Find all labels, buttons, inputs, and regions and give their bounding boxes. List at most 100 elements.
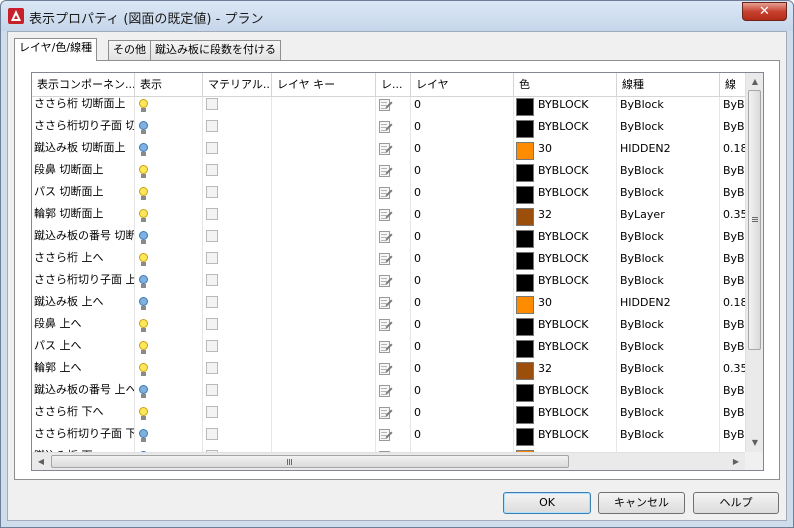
table-row[interactable]: 段鼻 切断面上 0 BYBLOCK ByBlock ByB bbox=[32, 163, 745, 185]
layer-override-icon[interactable] bbox=[378, 428, 393, 443]
cell-linetype[interactable]: ByBlock bbox=[617, 405, 720, 427]
material-checkbox[interactable] bbox=[206, 340, 218, 352]
lightbulb-on-icon[interactable] bbox=[138, 407, 149, 422]
cell-color[interactable]: 30 bbox=[514, 295, 617, 317]
cell-linetype[interactable]: ByBlock bbox=[617, 119, 720, 141]
tab-other[interactable]: その他 bbox=[108, 40, 151, 60]
table-row[interactable]: ささら桁 下へ 0 BYBLOCK ByBlock ByB bbox=[32, 405, 745, 427]
cell-color[interactable]: BYBLOCK bbox=[514, 383, 617, 405]
cell-visible[interactable] bbox=[135, 339, 203, 361]
cell-lineweight[interactable]: ByB bbox=[720, 317, 745, 339]
cell-visible[interactable] bbox=[135, 185, 203, 207]
material-checkbox[interactable] bbox=[206, 98, 218, 110]
material-checkbox[interactable] bbox=[206, 362, 218, 374]
cell-lineweight[interactable]: ByB bbox=[720, 97, 745, 119]
column-header-visible[interactable]: 表示 bbox=[135, 73, 203, 97]
table-row[interactable]: ささら桁 上へ 0 BYBLOCK ByBlock ByB bbox=[32, 251, 745, 273]
cell-color[interactable]: BYBLOCK bbox=[514, 427, 617, 449]
cell-linetype[interactable]: ByBlock bbox=[617, 229, 720, 251]
layer-override-icon[interactable] bbox=[378, 208, 393, 223]
cell-visible[interactable] bbox=[135, 163, 203, 185]
cell-layer-override[interactable] bbox=[376, 273, 411, 295]
material-checkbox[interactable] bbox=[206, 406, 218, 418]
cell-material[interactable] bbox=[203, 185, 272, 207]
material-checkbox[interactable] bbox=[206, 296, 218, 308]
lightbulb-off-icon[interactable] bbox=[138, 143, 149, 158]
help-button[interactable]: ヘルプ bbox=[693, 492, 779, 514]
lightbulb-off-icon[interactable] bbox=[138, 385, 149, 400]
material-checkbox[interactable] bbox=[206, 230, 218, 242]
material-checkbox[interactable] bbox=[206, 164, 218, 176]
lightbulb-on-icon[interactable] bbox=[138, 209, 149, 224]
cell-linetype[interactable]: ByBlock bbox=[617, 273, 720, 295]
cell-color[interactable]: 30 bbox=[514, 141, 617, 163]
layer-override-icon[interactable] bbox=[378, 186, 393, 201]
tab-layer-color-linetype[interactable]: レイヤ/色/線種 bbox=[14, 38, 98, 61]
cell-material[interactable] bbox=[203, 339, 272, 361]
table-row[interactable]: 蹴込み板の番号 上へ 0 BYBLOCK ByBlock ByB bbox=[32, 383, 745, 405]
cell-linetype[interactable]: ByBlock bbox=[617, 251, 720, 273]
cell-color[interactable]: BYBLOCK bbox=[514, 185, 617, 207]
cell-lineweight[interactable]: 0.18 bbox=[720, 141, 745, 163]
table-row[interactable]: 蹴込み板 上へ 0 30 HIDDEN20.18 bbox=[32, 295, 745, 317]
cell-material[interactable] bbox=[203, 229, 272, 251]
cell-material[interactable] bbox=[203, 383, 272, 405]
lightbulb-on-icon[interactable] bbox=[138, 319, 149, 334]
table-row[interactable]: ささら桁切り子面 切断面上 0 BYBLOCK ByBlockByB bbox=[32, 119, 745, 141]
table-row[interactable]: 輪郭 上へ 0 32 ByBlock0.35 bbox=[32, 361, 745, 383]
cell-material[interactable] bbox=[203, 141, 272, 163]
table-row[interactable]: 輪郭 切断面上 0 32 ByLayer0.35 bbox=[32, 207, 745, 229]
material-checkbox[interactable] bbox=[206, 208, 218, 220]
ok-button[interactable]: OK bbox=[503, 492, 591, 514]
layer-override-icon[interactable] bbox=[378, 296, 393, 311]
column-header-linetype[interactable]: 線種 bbox=[617, 73, 720, 97]
cell-linetype[interactable]: ByBlock bbox=[617, 317, 720, 339]
layer-override-icon[interactable] bbox=[378, 120, 393, 135]
cell-material[interactable] bbox=[203, 427, 272, 449]
material-checkbox[interactable] bbox=[206, 120, 218, 132]
cell-linetype[interactable]: ByLayer bbox=[617, 207, 720, 229]
material-checkbox[interactable] bbox=[206, 428, 218, 440]
material-checkbox[interactable] bbox=[206, 384, 218, 396]
cell-material[interactable] bbox=[203, 163, 272, 185]
cell-layer-override[interactable] bbox=[376, 207, 411, 229]
lightbulb-on-icon[interactable] bbox=[138, 341, 149, 356]
cell-layer-override[interactable] bbox=[376, 141, 411, 163]
cell-visible[interactable] bbox=[135, 317, 203, 339]
cell-lineweight[interactable]: ByB bbox=[720, 273, 745, 295]
scroll-up-arrow-icon[interactable]: ▲ bbox=[746, 73, 763, 91]
lightbulb-off-icon[interactable] bbox=[138, 297, 149, 312]
cell-material[interactable] bbox=[203, 97, 272, 119]
cell-material[interactable] bbox=[203, 317, 272, 339]
cell-visible[interactable] bbox=[135, 383, 203, 405]
cell-layer-override[interactable] bbox=[376, 317, 411, 339]
cell-material[interactable] bbox=[203, 295, 272, 317]
column-header-layer-override[interactable]: レ... bbox=[376, 73, 411, 97]
lightbulb-on-icon[interactable] bbox=[138, 99, 149, 114]
cell-lineweight[interactable]: ByB bbox=[720, 405, 745, 427]
cell-linetype[interactable]: ByBlock bbox=[617, 97, 720, 119]
column-header-color[interactable]: 色 bbox=[514, 73, 617, 97]
column-header-layer-key[interactable]: レイヤ キー bbox=[272, 73, 376, 97]
material-checkbox[interactable] bbox=[206, 186, 218, 198]
lightbulb-off-icon[interactable] bbox=[138, 429, 149, 444]
cell-color[interactable]: BYBLOCK bbox=[514, 251, 617, 273]
material-checkbox[interactable] bbox=[206, 274, 218, 286]
scroll-right-arrow-icon[interactable]: ▶ bbox=[727, 453, 745, 470]
lightbulb-on-icon[interactable] bbox=[138, 187, 149, 202]
cell-layer-override[interactable] bbox=[376, 383, 411, 405]
cell-visible[interactable] bbox=[135, 207, 203, 229]
cell-visible[interactable] bbox=[135, 427, 203, 449]
cell-layer-override[interactable] bbox=[376, 427, 411, 449]
layer-override-icon[interactable] bbox=[378, 318, 393, 333]
cell-color[interactable]: BYBLOCK bbox=[514, 317, 617, 339]
cell-visible[interactable] bbox=[135, 405, 203, 427]
cell-linetype[interactable]: HIDDEN2 bbox=[617, 141, 720, 163]
title-bar[interactable]: 表示プロパティ (図面の既定値) - プラン ✕ bbox=[1, 1, 793, 31]
column-header-component[interactable]: 表示コンポーネン... bbox=[32, 73, 135, 97]
cell-lineweight[interactable]: ByB bbox=[720, 229, 745, 251]
layer-override-icon[interactable] bbox=[378, 384, 393, 399]
cell-color[interactable]: 32 bbox=[514, 361, 617, 383]
scroll-left-arrow-icon[interactable]: ◀ bbox=[32, 453, 50, 470]
lightbulb-on-icon[interactable] bbox=[138, 253, 149, 268]
